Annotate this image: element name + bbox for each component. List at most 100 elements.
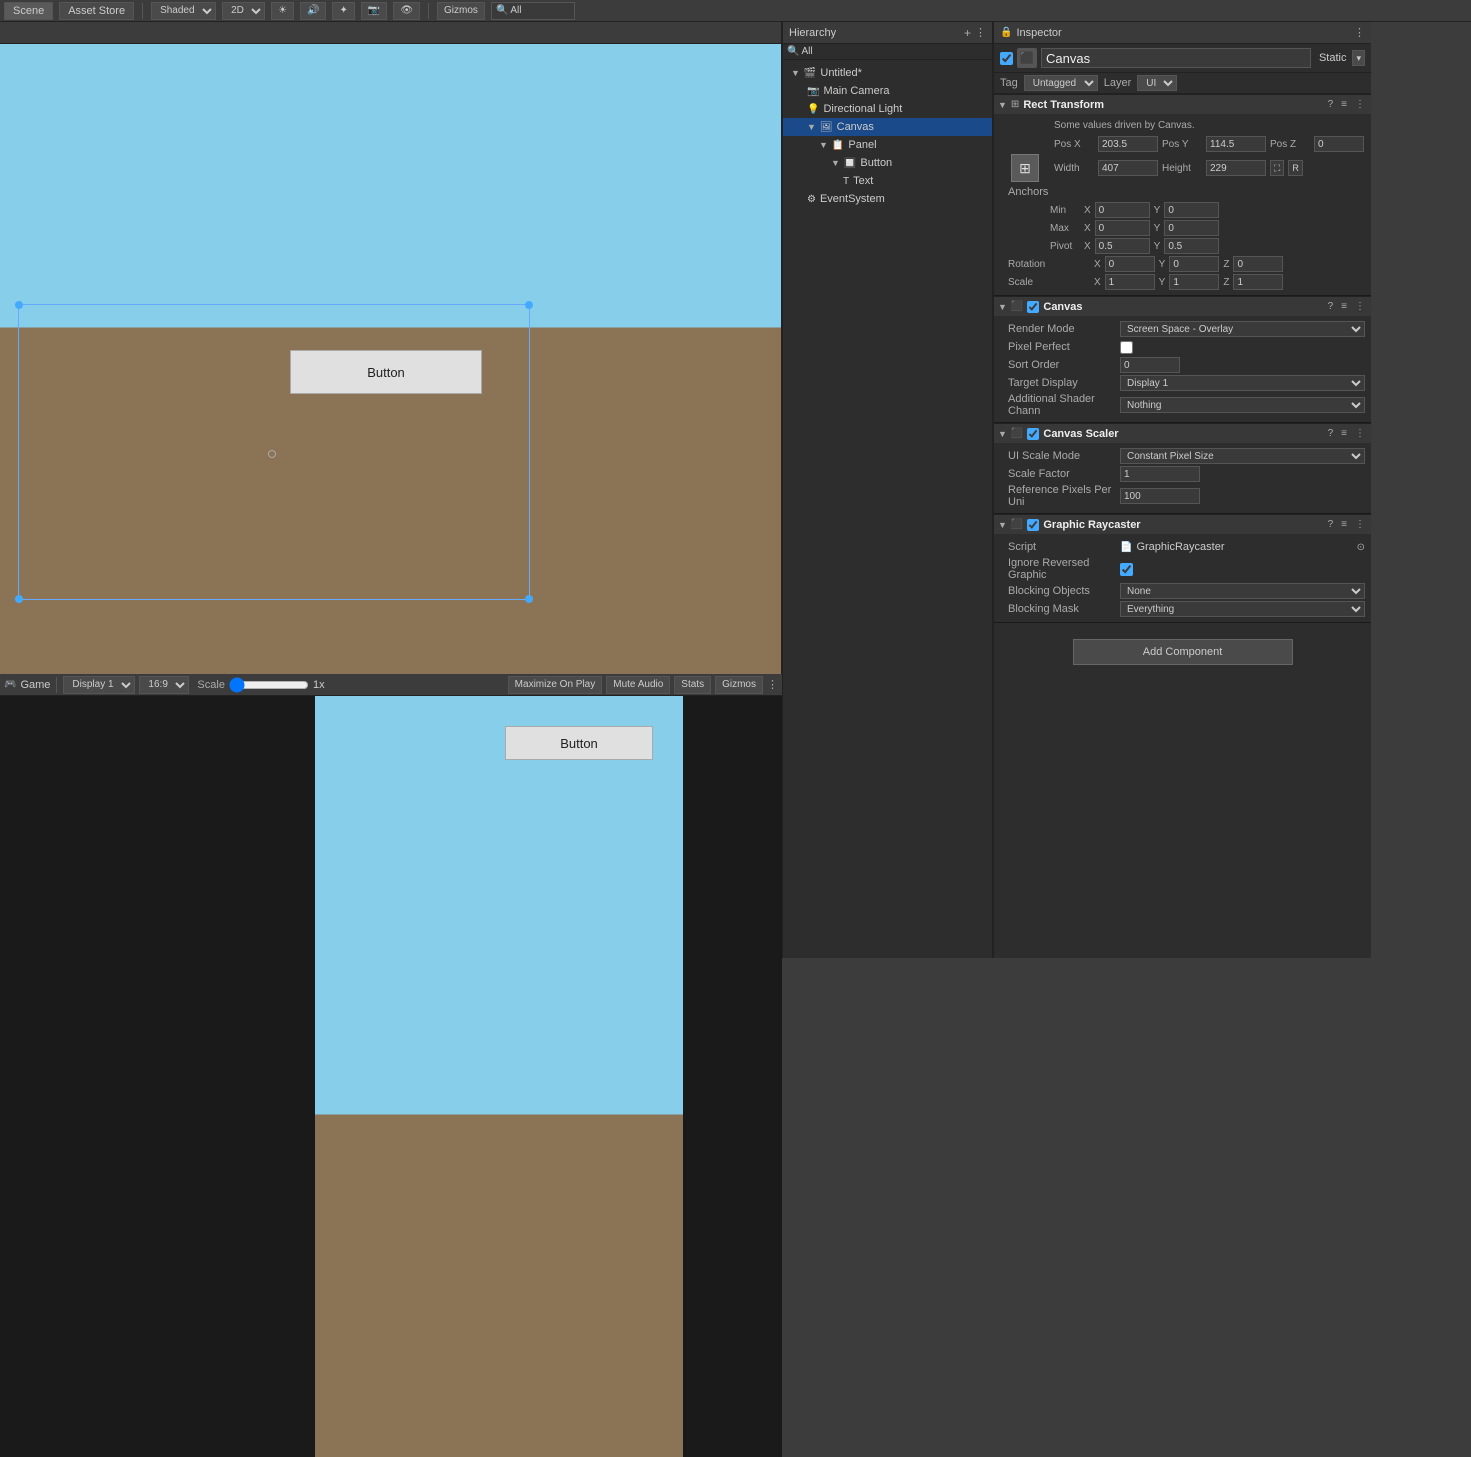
inspector-lock-icon[interactable]: 🔒: [1000, 27, 1012, 38]
hier-item-canvas[interactable]: ▼ 🖼 Canvas: [783, 118, 992, 136]
scale-slider[interactable]: [229, 678, 309, 692]
rot-z-input[interactable]: [1233, 256, 1283, 272]
canvas-scaler-header[interactable]: ▼ ⬛ Canvas Scaler ? ≡ ⋮: [994, 423, 1371, 443]
blueprint-btn[interactable]: R: [1288, 160, 1303, 176]
raycaster-help-btn[interactable]: ?: [1326, 519, 1336, 530]
canvas-more-btn[interactable]: ⋮: [1353, 301, 1367, 312]
hier-item-button[interactable]: ▼ 🔲 Button: [783, 154, 992, 172]
anchor-visual-area[interactable]: ⊞: [1000, 154, 1050, 182]
anchor-max-x[interactable]: [1095, 220, 1150, 236]
rot-y-input[interactable]: [1169, 256, 1219, 272]
hier-item-text[interactable]: T Text: [783, 172, 992, 190]
game-ratio-select[interactable]: 16:9: [139, 676, 189, 694]
rect-more-btn[interactable]: ⋮: [1353, 99, 1367, 110]
target-display-select[interactable]: Display 1: [1120, 375, 1365, 391]
corner-tl[interactable]: [15, 301, 23, 309]
scaler-more-btn[interactable]: ⋮: [1353, 428, 1367, 439]
scaler-help-btn[interactable]: ?: [1326, 428, 1336, 439]
layer-select[interactable]: UI: [1137, 75, 1177, 91]
script-target-icon[interactable]: ⊙: [1357, 542, 1365, 553]
scaler-settings-btn[interactable]: ≡: [1339, 428, 1349, 439]
ui-scale-mode-select[interactable]: Constant Pixel Size: [1120, 448, 1365, 464]
rect-settings-btn[interactable]: ≡: [1339, 99, 1349, 110]
additional-shader-select[interactable]: Nothing: [1120, 397, 1365, 413]
anchor-max-y[interactable]: [1164, 220, 1219, 236]
width-input[interactable]: [1098, 160, 1158, 176]
tab-scene[interactable]: Scene: [4, 2, 53, 20]
scene-button-widget[interactable]: Button: [290, 350, 482, 394]
lighting-btn[interactable]: ☀: [271, 2, 294, 20]
corner-bl[interactable]: [15, 595, 23, 603]
gizmos-btn2[interactable]: 👁: [393, 2, 420, 20]
hierarchy-add-btn[interactable]: +: [964, 26, 971, 40]
hier-item-eventsystem[interactable]: ⚙ EventSystem: [783, 190, 992, 208]
corner-br[interactable]: [525, 595, 533, 603]
static-dropdown-btn[interactable]: ▾: [1352, 50, 1365, 66]
pivot-label: Pivot: [1050, 241, 1080, 252]
rot-x-input[interactable]: [1105, 256, 1155, 272]
scale-z-input[interactable]: [1233, 274, 1283, 290]
ignore-reversed-checkbox[interactable]: [1120, 563, 1133, 576]
add-component-button[interactable]: Add Component: [1073, 639, 1293, 665]
shading-dropdown[interactable]: Shaded: [151, 2, 216, 20]
scene-viewport[interactable]: Button ↕: [0, 44, 781, 674]
stats-btn[interactable]: Stats: [674, 676, 711, 694]
maximize-btn[interactable]: Maximize On Play: [508, 676, 603, 694]
mute-btn[interactable]: Mute Audio: [606, 676, 670, 694]
anchor-min-y[interactable]: [1164, 202, 1219, 218]
scale-y-input[interactable]: [1169, 274, 1219, 290]
scene-search-input[interactable]: [510, 5, 570, 16]
rect-transform-header[interactable]: ▼ ⊞ Rect Transform ? ≡ ⋮: [994, 94, 1371, 114]
blocking-objects-select[interactable]: None: [1120, 583, 1365, 599]
render-mode-select[interactable]: Screen Space - Overlay: [1120, 321, 1365, 337]
object-name-input[interactable]: [1041, 48, 1311, 68]
graphic-raycaster-header[interactable]: ▼ ⬛ Graphic Raycaster ? ≡ ⋮: [994, 514, 1371, 534]
pixel-perfect-checkbox[interactable]: [1120, 341, 1133, 354]
canvas-enabled-checkbox[interactable]: [1027, 301, 1039, 313]
game-display-select[interactable]: Display 1: [63, 676, 135, 694]
game-menu-icon[interactable]: ⋮: [767, 678, 778, 691]
hierarchy-search-input[interactable]: [801, 46, 988, 57]
raycaster-settings-btn[interactable]: ≡: [1339, 519, 1349, 530]
sort-order-input[interactable]: [1120, 357, 1180, 373]
raycaster-enabled-checkbox[interactable]: [1027, 519, 1039, 531]
pivot-x-input[interactable]: [1095, 238, 1150, 254]
tab-asset-store[interactable]: Asset Store: [59, 2, 134, 20]
pos-x-input[interactable]: [1098, 136, 1158, 152]
anchor-x-label2: X: [1084, 223, 1091, 234]
pos-y-input[interactable]: [1206, 136, 1266, 152]
scale-x-input[interactable]: [1105, 274, 1155, 290]
hierarchy-menu-btn[interactable]: ⋮: [975, 26, 986, 39]
audio-btn[interactable]: 🔊: [300, 2, 326, 20]
canvas-component-header[interactable]: ▼ ⬛ Canvas ? ≡ ⋮: [994, 296, 1371, 316]
pivot-y-input[interactable]: [1164, 238, 1219, 254]
pos-z-input[interactable]: [1314, 136, 1364, 152]
scaler-enabled-checkbox[interactable]: [1027, 428, 1039, 440]
scene-cam-btn[interactable]: 📷: [361, 2, 387, 20]
fx-btn[interactable]: ✦: [332, 2, 354, 20]
game-viewport[interactable]: Button: [0, 696, 782, 1457]
scale-y-label: Y: [1159, 277, 1166, 288]
hier-item-panel[interactable]: ▼ 📋 Panel: [783, 136, 992, 154]
scale-factor-input[interactable]: [1120, 466, 1200, 482]
canvas-help-btn[interactable]: ?: [1326, 301, 1336, 312]
game-gizmos-btn[interactable]: Gizmos: [715, 676, 763, 694]
height-input[interactable]: [1206, 160, 1266, 176]
ref-pixels-input[interactable]: [1120, 488, 1200, 504]
hier-item-untitled[interactable]: ▼ 🎬 Untitled*: [783, 64, 992, 82]
canvas-settings-btn[interactable]: ≡: [1339, 301, 1349, 312]
mode-dropdown[interactable]: 2D: [222, 2, 265, 20]
raycaster-more-btn[interactable]: ⋮: [1353, 519, 1367, 530]
blocking-mask-select[interactable]: Everything: [1120, 601, 1365, 617]
anchor-min-x[interactable]: [1095, 202, 1150, 218]
hier-item-dir-light[interactable]: 💡 Directional Light: [783, 100, 992, 118]
corner-tr[interactable]: [525, 301, 533, 309]
insp-menu-btn[interactable]: ⋮: [1354, 26, 1365, 39]
hier-item-main-camera[interactable]: 📷 Main Camera: [783, 82, 992, 100]
object-active-checkbox[interactable]: [1000, 52, 1013, 65]
constrain-btn[interactable]: ⛶: [1270, 160, 1284, 176]
pixel-perfect-row: Pixel Perfect: [994, 338, 1371, 356]
gizmos-dropdown[interactable]: Gizmos: [437, 2, 485, 20]
rect-help-btn[interactable]: ?: [1326, 99, 1336, 110]
tag-select[interactable]: Untagged: [1024, 75, 1098, 91]
